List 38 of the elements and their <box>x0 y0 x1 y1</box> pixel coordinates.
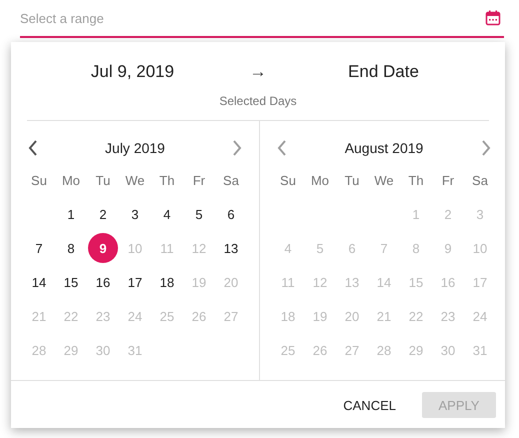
day-cell[interactable]: 16 <box>88 267 118 297</box>
cancel-button[interactable]: CANCEL <box>333 392 406 418</box>
date-range-input[interactable]: Select a range <box>20 10 485 26</box>
weekday-label: Fr <box>192 172 206 190</box>
arrow-icon: → <box>250 62 266 82</box>
day-cell[interactable]: 5 <box>184 199 214 229</box>
weekday-label: Su <box>30 172 48 190</box>
day-cell[interactable]: 13 <box>216 233 246 263</box>
day-cell[interactable]: 15 <box>56 267 86 297</box>
day-cell[interactable]: 14 <box>24 267 54 297</box>
weekday-label: Su <box>279 172 297 190</box>
month-title: July 2019 <box>105 140 165 156</box>
day-cell[interactable]: 9 <box>88 233 118 263</box>
weekday-label: Fr <box>440 172 456 190</box>
day-cell[interactable]: 8 <box>56 233 86 263</box>
weekday-label: Tu <box>344 172 360 190</box>
weekday-label: We <box>124 172 146 190</box>
day-cell[interactable]: 7 <box>24 233 54 263</box>
start-date: Jul 9, 2019 <box>90 62 174 82</box>
weekday-label: Sa <box>222 172 240 190</box>
weekday-label: Mo <box>310 172 330 190</box>
weekday-label: Tu <box>94 172 112 190</box>
weekday-label: Th <box>158 172 176 190</box>
weekday-label: We <box>373 172 395 190</box>
calendar-icon[interactable] <box>485 10 501 26</box>
day-cell[interactable]: 4 <box>152 199 182 229</box>
day-cell[interactable]: 6 <box>216 199 246 229</box>
day-cell[interactable]: 2 <box>88 199 118 229</box>
end-date: End Date <box>348 62 419 82</box>
weekday-label: Th <box>407 172 425 190</box>
weekday-label: Sa <box>471 172 489 190</box>
day-cell[interactable]: 18 <box>152 267 182 297</box>
day-cell[interactable]: 3 <box>120 199 150 229</box>
weekday-label: Mo <box>60 172 82 190</box>
month-title: August 2019 <box>344 140 424 156</box>
selected-days-label: Selected Days <box>218 94 298 108</box>
day-cell[interactable]: 17 <box>120 267 150 297</box>
day-cell[interactable]: 1 <box>56 199 86 229</box>
